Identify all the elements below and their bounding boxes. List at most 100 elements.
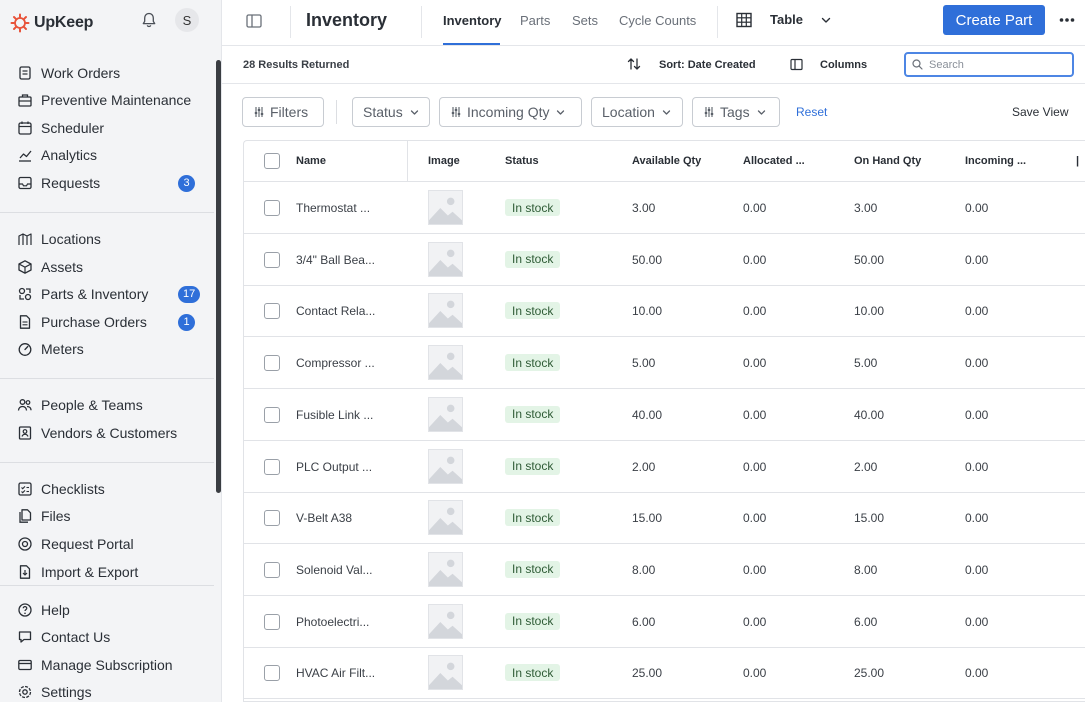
table-row[interactable]: Solenoid Val... In stock 8.00 0.00 8.00 … [244, 544, 1085, 596]
column-divider[interactable] [407, 141, 408, 182]
sidebar-item-vendors-customers[interactable]: Vendors & Customers [0, 420, 214, 446]
search-box[interactable] [904, 52, 1074, 77]
table-row[interactable]: Fusible Link ... In stock 40.00 0.00 40.… [244, 389, 1085, 441]
tab-sets[interactable]: Sets [572, 13, 598, 28]
sidebar-item-checklists[interactable]: Checklists [0, 476, 214, 502]
sidebar-scrollbar[interactable] [216, 60, 221, 493]
filter-status-button[interactable]: Status [352, 97, 430, 127]
part-image[interactable] [428, 655, 463, 691]
part-name[interactable]: Solenoid Val... [296, 563, 373, 577]
column-header-status[interactable]: Status [505, 155, 539, 167]
row-checkbox[interactable] [264, 200, 280, 216]
more-options-icon[interactable] [1059, 17, 1075, 23]
reset-filters-link[interactable]: Reset [796, 105, 827, 119]
table-view-icon[interactable] [735, 11, 753, 29]
sidebar-item-analytics[interactable]: Analytics [0, 142, 214, 168]
on-hand-qty: 40.00 [854, 407, 885, 422]
table-row[interactable]: V-Belt A38 In stock 15.00 0.00 15.00 0.0… [244, 492, 1085, 545]
sidebar-item-help[interactable]: Help [0, 597, 214, 623]
sidebar-item-parts-inventory[interactable]: Parts & Inventory 17 [0, 281, 214, 307]
sidebar-item-people-teams[interactable]: People & Teams [0, 392, 214, 418]
sidebar-toggle-icon[interactable] [245, 12, 263, 30]
part-name[interactable]: V-Belt A38 [296, 511, 352, 525]
search-input[interactable] [929, 58, 1059, 71]
available-qty: 8.00 [632, 562, 656, 577]
sidebar-item-settings[interactable]: Settings [0, 679, 214, 702]
sidebar-item-preventive-maintenance[interactable]: Preventive Maintenance [0, 87, 214, 113]
part-image[interactable] [428, 500, 463, 536]
part-name[interactable]: Photoelectri... [296, 615, 369, 629]
sidebar-item-manage-subscription[interactable]: Manage Subscription [0, 652, 214, 678]
column-header-allocated[interactable]: Allocated ... [743, 155, 805, 167]
row-checkbox[interactable] [264, 510, 280, 527]
user-avatar[interactable]: S [175, 8, 199, 32]
row-checkbox[interactable] [264, 613, 280, 630]
table-row[interactable]: 3/4" Ball Bea... In stock 50.00 0.00 50.… [244, 234, 1085, 286]
table-row[interactable]: Compressor ... In stock 5.00 0.00 5.00 0… [244, 337, 1085, 390]
part-image[interactable] [428, 551, 463, 587]
table-row[interactable]: HVAC Air Filt... In stock 25.00 0.00 25.… [244, 647, 1085, 700]
table-row[interactable]: Photoelectri... In stock 6.00 0.00 6.00 … [244, 596, 1085, 648]
sidebar-item-scheduler[interactable]: Scheduler [0, 115, 214, 141]
sidebar-item-locations[interactable]: Locations [0, 226, 214, 252]
chevron-down-icon[interactable] [820, 14, 832, 26]
upkeep-logo[interactable]: UpKeep [10, 13, 93, 33]
part-name[interactable]: Thermostat ... [296, 201, 370, 215]
part-name[interactable]: Compressor ... [296, 356, 375, 370]
columns-button[interactable]: Columns [820, 59, 867, 71]
sidebar-item-purchase-orders[interactable]: Purchase Orders 1 [0, 309, 214, 335]
sort-button[interactable]: Sort: Date Created [659, 59, 756, 71]
view-selector-label[interactable]: Table [770, 12, 803, 27]
create-part-button[interactable]: Create Part [943, 5, 1045, 35]
part-image[interactable] [428, 448, 463, 484]
part-image[interactable] [428, 396, 463, 432]
sidebar-item-files[interactable]: Files [0, 503, 214, 529]
sidebar-item-assets[interactable]: Assets [0, 254, 214, 280]
row-checkbox[interactable] [264, 458, 280, 475]
sidebar-item-meters[interactable]: Meters [0, 336, 214, 362]
part-name[interactable]: PLC Output ... [296, 460, 372, 474]
sidebar-item-import-export[interactable]: Import & Export [0, 559, 214, 585]
sidebar-item-contact-us[interactable]: Contact Us [0, 624, 214, 650]
filter-location-button[interactable]: Location [591, 97, 683, 127]
filter-incoming-qty-button[interactable]: Incoming Qty [439, 97, 582, 127]
part-name[interactable]: HVAC Air Filt... [296, 666, 375, 680]
cube-icon [18, 260, 32, 274]
table-row[interactable]: Contact Rela... In stock 10.00 0.00 10.0… [244, 285, 1085, 338]
part-name[interactable]: Contact Rela... [296, 304, 375, 318]
sidebar-item-requests[interactable]: Requests 3 [0, 170, 214, 196]
row-checkbox[interactable] [264, 665, 280, 682]
row-checkbox[interactable] [264, 406, 280, 423]
row-checkbox[interactable] [264, 561, 280, 578]
bell-icon[interactable] [140, 11, 158, 29]
column-header-available-qty[interactable]: Available Qty [632, 155, 701, 167]
sidebar-item-request-portal[interactable]: Request Portal [0, 531, 214, 557]
part-image[interactable] [428, 603, 463, 639]
row-checkbox[interactable] [264, 355, 280, 372]
part-image[interactable] [428, 241, 463, 277]
part-image[interactable] [428, 293, 463, 329]
save-view-button[interactable]: Save View [1012, 105, 1068, 119]
part-image[interactable] [428, 190, 463, 225]
tab-inventory[interactable]: Inventory [443, 13, 502, 28]
column-header-name[interactable]: Name [296, 155, 326, 167]
column-header-on-hand-qty[interactable]: On Hand Qty [854, 155, 921, 167]
select-all-checkbox[interactable] [264, 153, 280, 169]
column-header-image[interactable]: Image [428, 155, 460, 167]
row-checkbox[interactable] [264, 251, 280, 268]
part-image[interactable] [428, 345, 463, 381]
filter-tags-button[interactable]: Tags [692, 97, 780, 127]
tab-parts[interactable]: Parts [520, 13, 550, 28]
tab-cycle-counts[interactable]: Cycle Counts [619, 13, 696, 28]
sidebar-item-work-orders[interactable]: Work Orders [0, 60, 214, 86]
columns-icon[interactable] [790, 58, 803, 71]
table-row[interactable]: Thermostat ... In stock 3.00 0.00 3.00 0… [244, 182, 1085, 234]
part-name[interactable]: Fusible Link ... [296, 408, 373, 422]
filter-filters-button[interactable]: Filters [242, 97, 324, 127]
column-header-incoming[interactable]: Incoming ... [965, 155, 1026, 167]
row-checkbox[interactable] [264, 303, 280, 320]
part-name[interactable]: 3/4" Ball Bea... [296, 253, 375, 267]
table-row[interactable]: PLC Output ... In stock 2.00 0.00 2.00 0… [244, 441, 1085, 493]
allocated-qty: 0.00 [743, 356, 767, 371]
sort-icon[interactable] [627, 57, 641, 71]
